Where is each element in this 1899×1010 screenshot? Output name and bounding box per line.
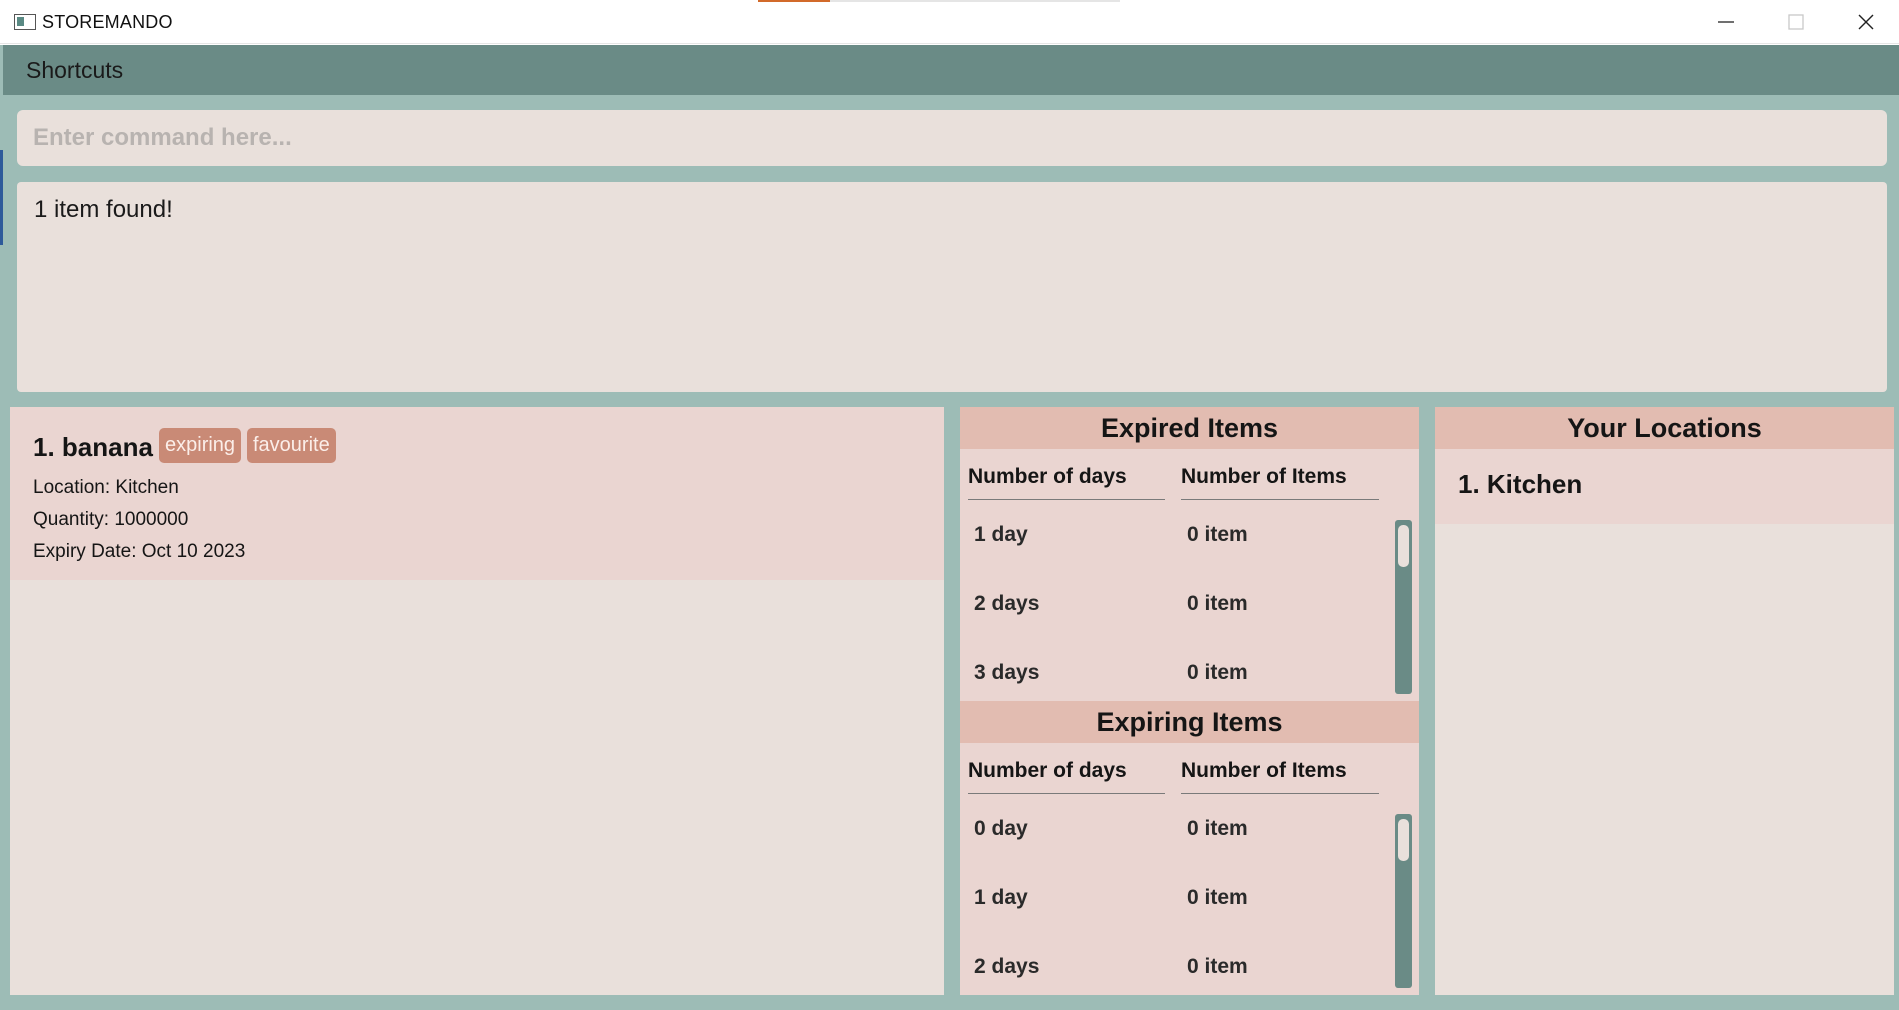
column-header-days[interactable]: Number of days xyxy=(968,759,1165,794)
menu-shortcuts[interactable]: Shortcuts xyxy=(26,57,123,84)
column-header-items[interactable]: Number of Items xyxy=(1181,759,1379,794)
table-row[interactable]: 1 day 0 item xyxy=(960,515,1400,555)
location-item[interactable]: 1. Kitchen xyxy=(1435,449,1894,524)
taskbar-line xyxy=(830,0,1120,2)
cell-days: 3 days xyxy=(974,661,1040,684)
cell-count: 0 item xyxy=(1187,817,1248,840)
locations-title: Your Locations xyxy=(1435,407,1894,449)
expired-items-title: Expired Items xyxy=(960,407,1419,449)
item-location: Location: Kitchen xyxy=(33,477,179,498)
tag-badge: favourite xyxy=(247,428,336,463)
menu-bar: Shortcuts xyxy=(3,45,1899,95)
expired-table-body: 1 day 0 item 2 days 0 item 3 days 0 item xyxy=(960,515,1419,701)
cell-count: 0 item xyxy=(1187,523,1248,546)
expired-scrollbar[interactable] xyxy=(1395,520,1412,694)
window-edge xyxy=(0,150,3,245)
maximize-icon xyxy=(1788,14,1804,30)
table-row[interactable]: 3 days 0 item xyxy=(960,653,1400,693)
cell-days: 1 day xyxy=(974,523,1028,546)
expiring-items-title: Expiring Items xyxy=(960,701,1419,743)
column-header-items[interactable]: Number of Items xyxy=(1181,465,1379,500)
command-input[interactable] xyxy=(17,110,1887,166)
column-header-days[interactable]: Number of days xyxy=(968,465,1165,500)
table-row[interactable]: 1 day 0 item xyxy=(960,878,1400,918)
cell-days: 1 day xyxy=(974,886,1028,909)
taskbar-accent xyxy=(758,0,830,2)
result-display: 1 item found! xyxy=(17,182,1887,392)
expiring-table-body: 0 day 0 item 1 day 0 item 2 days 0 item xyxy=(960,809,1419,995)
cell-count: 0 item xyxy=(1187,592,1248,615)
cell-days: 2 days xyxy=(974,592,1040,615)
result-message: 1 item found! xyxy=(34,196,173,223)
item-expiry-date: Expiry Date: Oct 10 2023 xyxy=(33,541,246,562)
item-name: 1. banana xyxy=(33,432,153,462)
expiring-items-panel: Expiring Items Number of days Number of … xyxy=(960,701,1419,995)
table-row[interactable]: 0 day 0 item xyxy=(960,809,1400,849)
table-row[interactable]: 2 days 0 item xyxy=(960,947,1400,987)
location-name: 1. Kitchen xyxy=(1458,469,1583,499)
expired-items-panel: Expired Items Number of days Number of I… xyxy=(960,407,1419,701)
command-box[interactable] xyxy=(17,110,1887,166)
cell-count: 0 item xyxy=(1187,661,1248,684)
item-card[interactable]: 1. banana expiring favourite Location: K… xyxy=(10,407,944,580)
app-icon xyxy=(14,14,36,30)
app-window: Shortcuts 1 item found! 1. banana expiri… xyxy=(0,45,1899,1010)
locations-panel: Your Locations 1. Kitchen xyxy=(1435,407,1894,995)
maximize-button[interactable] xyxy=(1761,0,1831,44)
cell-days: 0 day xyxy=(974,817,1028,840)
expiring-scrollbar[interactable] xyxy=(1395,814,1412,988)
cell-days: 2 days xyxy=(974,955,1040,978)
cell-count: 0 item xyxy=(1187,886,1248,909)
minimize-button[interactable] xyxy=(1691,0,1761,44)
window-titlebar: STOREMANDO xyxy=(0,0,1899,44)
close-button[interactable] xyxy=(1831,0,1899,44)
close-icon xyxy=(1858,14,1874,30)
scrollbar-thumb[interactable] xyxy=(1398,525,1409,567)
item-list-panel[interactable]: 1. banana expiring favourite Location: K… xyxy=(10,407,944,995)
tag-badge: expiring xyxy=(159,428,242,463)
scrollbar-thumb[interactable] xyxy=(1398,819,1409,861)
table-row[interactable]: 2 days 0 item xyxy=(960,584,1400,624)
item-quantity: Quantity: 1000000 xyxy=(33,509,189,530)
minimize-icon xyxy=(1718,21,1734,23)
cell-count: 0 item xyxy=(1187,955,1248,978)
window-title: STOREMANDO xyxy=(42,12,173,32)
